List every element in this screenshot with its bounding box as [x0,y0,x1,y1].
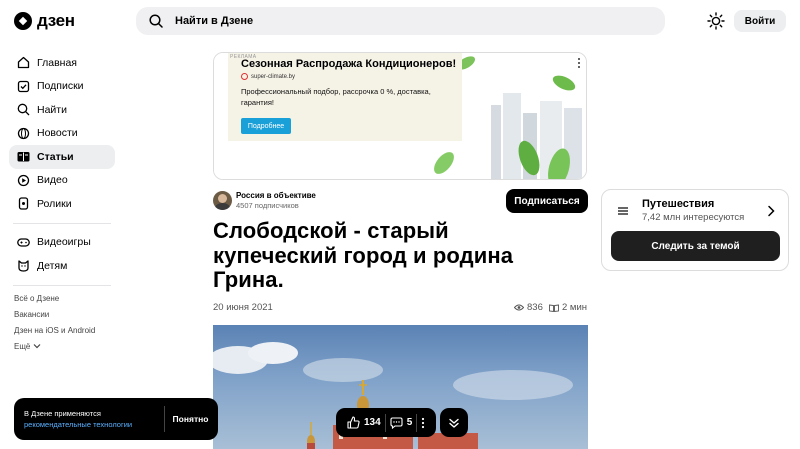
sidebar-divider [13,284,111,286]
book-open-icon [549,303,559,312]
more-vertical-icon[interactable] [577,57,581,69]
search-icon [16,103,30,117]
sidebar-item-subscriptions[interactable]: Подписки [9,75,115,99]
reactions-pill: 134 5 [336,408,437,437]
sidebar-footer-links: Всё о Дзене Вакансии Дзен на iOS и Andro… [14,291,95,355]
search-icon [149,14,163,28]
sidebar-divider [13,222,111,224]
sidebar-item-home[interactable]: Главная [9,51,115,75]
ad-title: Сезонная Распродажа Кондиционеров! [241,58,457,70]
notice-text-block: В Дзене применяются рекомендательные тех… [24,408,132,430]
chevron-right-icon[interactable] [766,205,776,217]
subscriptions-icon [16,79,30,93]
ad-domain: super-climate.by [241,73,295,80]
eye-icon [514,304,524,311]
ad-banner[interactable]: РЕКЛАМА Сезонная Распродажа Кондиционеро… [213,52,587,180]
sidebar: Главная Подписки Найти Новости Статьи Ви… [9,51,115,293]
footer-more-label: Ещё [14,342,31,351]
clips-icon [16,197,30,211]
play-icon [16,173,30,187]
sidebar-item-video[interactable]: Видео [9,169,115,193]
like-button[interactable]: 134 [343,416,385,429]
footer-link-apps[interactable]: Дзен на iOS и Android [14,323,95,339]
login-button[interactable]: Войти [734,10,786,32]
search-bar[interactable] [136,7,665,35]
double-chevron-down-icon [449,418,459,428]
topic-card[interactable]: Путешествия 7,42 млн интересуются Следит… [601,189,789,271]
like-count: 134 [364,417,381,428]
kids-icon [16,259,30,273]
footer-link-about[interactable]: Всё о Дзене [14,291,95,307]
sidebar-item-label: Найти [37,103,67,116]
recommendation-notice: В Дзене применяются рекомендательные тех… [14,398,218,440]
channel-name[interactable]: Россия в объективе [236,191,316,200]
ad-more-button[interactable]: Подробнее [241,118,291,134]
home-icon [16,56,30,70]
article-date: 20 июня 2021 [213,302,273,313]
scroll-next-button[interactable] [440,408,469,437]
sidebar-item-search[interactable]: Найти [9,98,115,122]
ad-domain-icon [241,73,248,80]
channel-subscribers: 4507 подписчиков [236,201,299,210]
sidebar-item-clips[interactable]: Ролики [9,192,115,216]
notice-text: В Дзене применяются [24,409,101,418]
more-vertical-icon [422,417,425,428]
search-input[interactable] [175,15,625,27]
footer-link-more[interactable]: Ещё [14,339,95,355]
article-views: 836 [514,302,543,313]
channel-info[interactable]: Россия в объективе 4507 подписчиков [213,191,316,210]
chevron-down-icon [33,344,41,349]
sidebar-item-label: Детям [37,259,68,272]
article-action-bar: 134 5 [336,408,469,437]
logo-text: дзен [37,11,75,30]
topic-name: Путешествия [642,198,715,210]
comment-icon [390,416,403,429]
channel-avatar[interactable] [213,191,232,210]
notice-link[interactable]: рекомендательные технологии [24,419,132,430]
footer-link-vacancies[interactable]: Вакансии [14,307,95,323]
sidebar-item-label: Новости [37,127,78,140]
dzen-logo-icon [14,12,32,30]
subscribe-button[interactable]: Подписаться [506,189,588,213]
sidebar-item-label: Ролики [37,197,72,210]
notice-separator [164,406,165,432]
menu-icon [618,207,628,215]
sidebar-item-label: Подписки [37,80,84,93]
notice-ok-button[interactable]: Понятно [168,408,213,430]
sidebar-item-articles[interactable]: Статьи [9,145,115,169]
sidebar-item-label: Главная [37,56,77,69]
globe-icon [16,126,30,140]
book-icon [16,150,30,164]
comments-button[interactable]: 5 [386,416,417,429]
read-time-text: 2 мин [562,302,588,313]
sun-icon[interactable] [707,12,725,30]
ad-description: Профессиональный подбор, рассрочка 0 %, … [241,87,431,107]
article-title: Слободской - старый купеческий город и р… [213,218,514,292]
comment-count: 5 [406,417,413,428]
sidebar-item-kids[interactable]: Детям [9,254,115,278]
ad-domain-text: super-climate.by [251,73,296,80]
thumbs-up-icon [347,416,360,429]
channel-text: Россия в объективе 4507 подписчиков [236,191,316,210]
article-read-time: 2 мин [549,302,587,313]
topic-interested: 7,42 млн интересуются [642,212,745,223]
sidebar-item-videogames[interactable]: Видеоигры [9,231,115,255]
sidebar-item-label: Статьи [37,150,74,163]
gamepad-icon [16,235,30,249]
dzen-logo[interactable]: дзен [14,11,75,31]
views-count: 836 [527,302,543,313]
more-actions-button[interactable] [417,417,429,429]
sidebar-item-label: Видео [37,174,68,187]
sidebar-item-news[interactable]: Новости [9,122,115,146]
sidebar-item-label: Видеоигры [37,236,91,249]
follow-topic-button[interactable]: Следить за темой [611,231,780,261]
